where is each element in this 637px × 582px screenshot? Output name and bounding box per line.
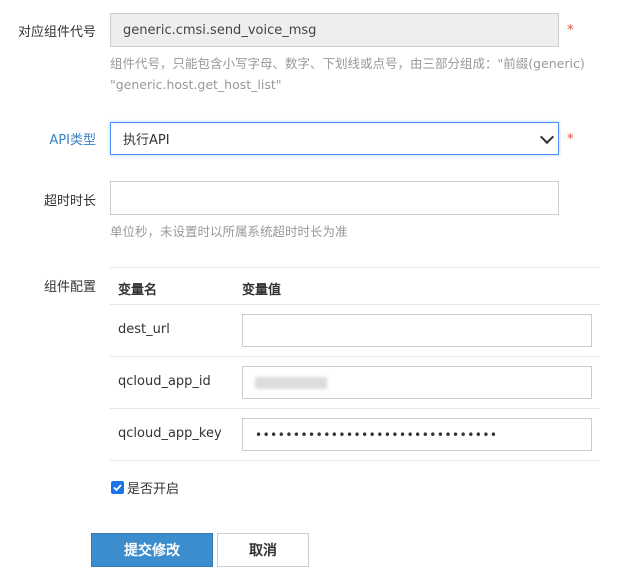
dest-url-input[interactable] <box>242 314 592 347</box>
app-id-input[interactable] <box>242 366 592 399</box>
table-bottom-border <box>110 460 600 461</box>
column-header-value: 变量值 <box>242 283 282 298</box>
enabled-label: 是否开启 <box>127 482 180 497</box>
app-key-masked-value: •••••••••••••••••••••••••••••••• <box>255 427 498 442</box>
api-type-label: API类型 <box>49 133 96 148</box>
table-row: qcloud_app_key •••••••••••••••••••••••••… <box>110 409 600 460</box>
chevron-down-icon <box>539 129 555 145</box>
timeout-hint: 单位秒，未设置时以所属系统超时时长为准 <box>110 224 348 239</box>
component-code-input[interactable]: generic.cmsi.send_voice_msg <box>110 13 559 47</box>
component-code-hint-line2: "generic.host.get_host_list" <box>110 77 282 92</box>
row-name-dest-url: dest_url <box>118 322 170 337</box>
table-row: dest_url <box>110 305 600 356</box>
column-header-name: 变量名 <box>118 283 158 298</box>
table-header: 变量名 变量值 <box>110 268 600 304</box>
component-code-value: generic.cmsi.send_voice_msg <box>123 22 317 38</box>
submit-button[interactable]: 提交修改 <box>91 533 213 567</box>
config-table: 变量名 变量值 dest_url qcloud_app_id qcloud_ap… <box>110 267 600 461</box>
component-code-label: 对应组件代号 <box>17 25 96 40</box>
api-type-selected: 执行API <box>123 133 170 148</box>
row-name-app-key: qcloud_app_key <box>118 426 222 441</box>
app-key-input[interactable]: •••••••••••••••••••••••••••••••• <box>242 418 592 451</box>
component-code-required-mark: * <box>567 23 574 38</box>
api-type-required-mark: * <box>567 132 574 147</box>
checkbox-checked-icon[interactable] <box>111 481 124 494</box>
component-code-hint-line1: 组件代号，只能包含小写字母、数字、下划线或点号，由三部分组成："前缀(gener… <box>110 56 585 71</box>
row-name-app-id: qcloud_app_id <box>118 374 211 389</box>
redacted-value <box>255 376 327 389</box>
enabled-toggle[interactable]: 是否开启 <box>111 478 179 497</box>
table-row: qcloud_app_id <box>110 357 600 408</box>
timeout-label: 超时时长 <box>43 194 96 209</box>
cancel-button[interactable]: 取消 <box>217 533 309 567</box>
timeout-input[interactable] <box>110 181 559 215</box>
config-label: 组件配置 <box>43 280 96 295</box>
api-type-select[interactable]: 执行API <box>110 122 559 155</box>
